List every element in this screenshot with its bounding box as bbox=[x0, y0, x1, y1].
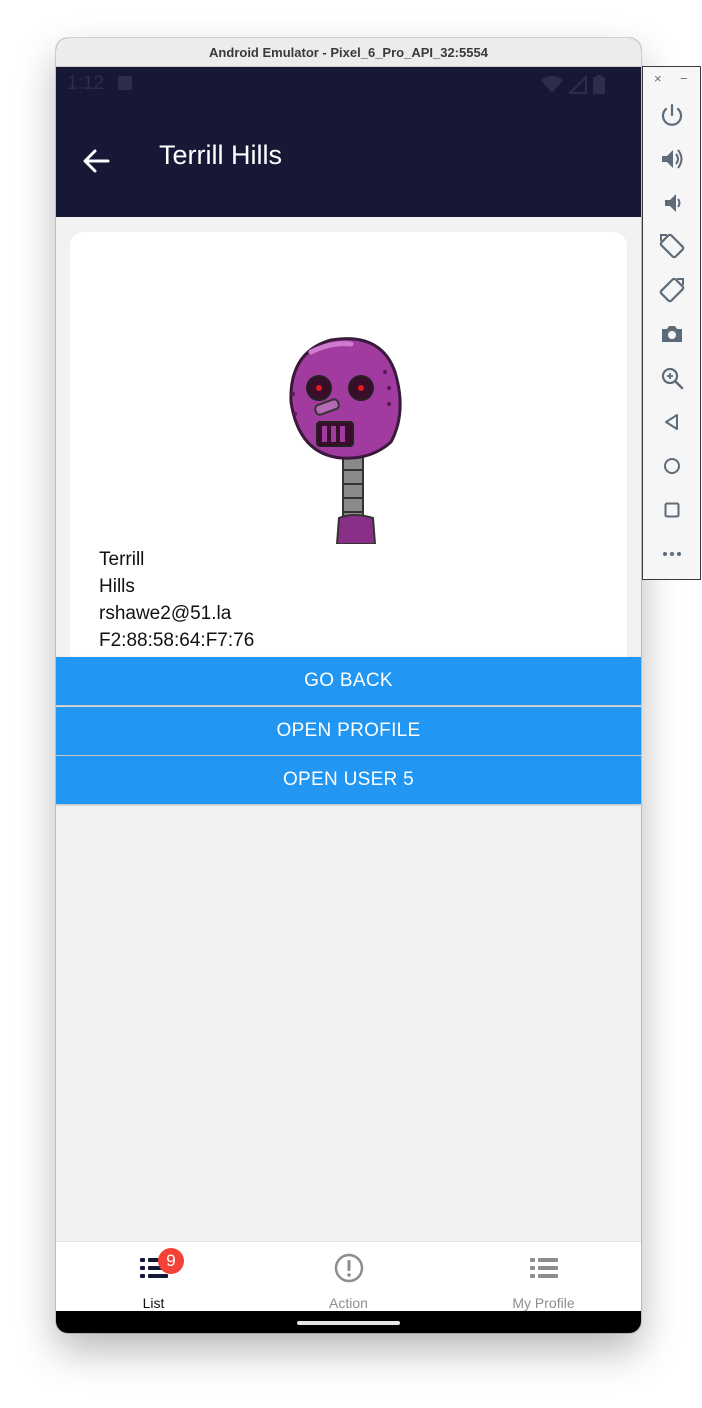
wifi-icon bbox=[541, 75, 563, 93]
emulator-toolbar: × − bbox=[642, 66, 701, 580]
robot-avatar bbox=[289, 337, 402, 544]
page-title: Terrill Hills bbox=[159, 140, 282, 170]
last-name: Hills bbox=[99, 576, 135, 597]
volume-down-icon[interactable] bbox=[657, 188, 687, 218]
notification-icon bbox=[118, 76, 132, 90]
tab-label: List bbox=[142, 1295, 165, 1311]
notification-badge: 9 bbox=[158, 1248, 184, 1274]
window-title: Android Emulator - Pixel_6_Pro_API_32:55… bbox=[56, 38, 641, 67]
tab-label: Action bbox=[329, 1295, 368, 1311]
home-gesture-bar[interactable] bbox=[297, 1321, 400, 1325]
close-icon[interactable]: × bbox=[654, 71, 662, 86]
profile-card: Terrill Hills rshawe2@51.la F2:88:58:64:… bbox=[70, 232, 627, 680]
minimize-icon[interactable]: − bbox=[680, 71, 688, 86]
alert-circle-icon bbox=[334, 1253, 363, 1283]
tab-action[interactable]: Action bbox=[251, 1242, 446, 1312]
back-icon[interactable] bbox=[657, 407, 687, 437]
status-bar: 1:12 bbox=[56, 67, 641, 103]
app-bar: Terrill Hills bbox=[56, 103, 641, 217]
camera-icon[interactable] bbox=[657, 319, 687, 349]
rotate-right-icon[interactable] bbox=[657, 275, 687, 305]
tab-list[interactable]: 9 List bbox=[56, 1242, 251, 1312]
open-profile-button[interactable]: OPEN PROFILE bbox=[56, 707, 641, 755]
profile-details: Terrill Hills rshawe2@51.la F2:88:58:64:… bbox=[99, 546, 254, 654]
first-name: Terrill bbox=[99, 549, 145, 570]
mac-address: F2:88:58:64:F7:76 bbox=[99, 630, 255, 651]
email: rshawe2@51.la bbox=[99, 603, 232, 624]
toolbar-controls: × − bbox=[643, 71, 702, 89]
system-nav-bar bbox=[56, 1311, 641, 1333]
tab-label: My Profile bbox=[512, 1295, 575, 1311]
home-icon[interactable] bbox=[657, 451, 687, 481]
arrow-left-icon[interactable] bbox=[80, 145, 112, 177]
list-icon bbox=[529, 1258, 558, 1278]
volume-up-icon[interactable] bbox=[657, 144, 687, 174]
bottom-tab-bar: 9 List Action My Profile bbox=[56, 1241, 641, 1312]
open-user-button[interactable]: OPEN USER 5 bbox=[56, 756, 641, 804]
phone-screen: 1:12 Terrill Hills Terrill Hills rshawe2… bbox=[56, 67, 641, 1333]
status-icons bbox=[541, 75, 605, 94]
rotate-left-icon[interactable] bbox=[657, 231, 687, 261]
emulator-window: Android Emulator - Pixel_6_Pro_API_32:55… bbox=[56, 38, 641, 1333]
overview-icon[interactable] bbox=[657, 495, 687, 525]
more-icon[interactable] bbox=[657, 539, 687, 569]
power-icon[interactable] bbox=[657, 100, 687, 130]
status-time: 1:12 bbox=[67, 73, 104, 94]
zoom-icon[interactable] bbox=[657, 363, 687, 393]
battery-icon bbox=[593, 75, 605, 94]
tab-my-profile[interactable]: My Profile bbox=[446, 1242, 641, 1312]
signal-icon bbox=[569, 75, 587, 94]
go-back-button[interactable]: GO BACK bbox=[56, 657, 641, 705]
